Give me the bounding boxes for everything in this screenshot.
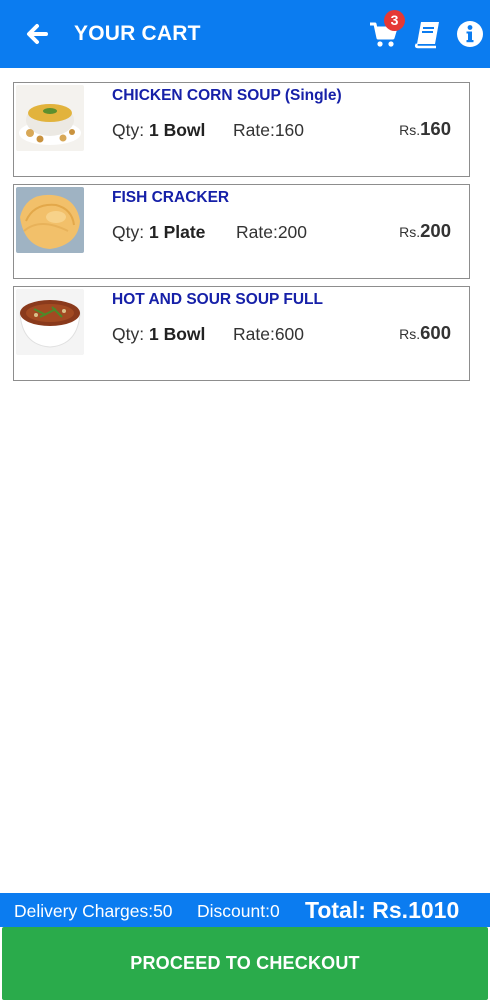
qty-value: 1 Plate — [148, 222, 206, 242]
item-name: FISH CRACKER — [112, 189, 230, 206]
discount: Discount:0 — [197, 901, 280, 921]
item-quantity: Qty: 1 Bowl — [112, 120, 205, 141]
item-price: Rs.160 — [399, 118, 451, 140]
back-button[interactable] — [22, 19, 52, 49]
app-bar: YOUR CART 3 — [0, 0, 490, 68]
order-summary-bar: Delivery Charges:50 Discount:0 Total: Rs… — [0, 893, 490, 927]
info-icon — [457, 21, 483, 47]
menu-book-button[interactable] — [412, 18, 444, 50]
item-name: HOT AND SOUR SOUP FULL — [112, 291, 323, 308]
cart-item[interactable]: CHICKEN CORN SOUP (Single) Qty: 1 Bowl R… — [13, 82, 470, 177]
cart-count-badge: 3 — [384, 10, 405, 31]
cart-item-list: CHICKEN CORN SOUP (Single) Qty: 1 Bowl R… — [13, 82, 470, 388]
qty-label: Qty: — [112, 222, 145, 242]
arrow-left-icon — [27, 24, 48, 44]
page-title: YOUR CART — [74, 22, 201, 45]
fish-cracker-image — [16, 187, 84, 253]
currency-label: Rs. — [399, 122, 421, 138]
item-rate: Rate:200 — [236, 222, 308, 242]
qty-value: 1 Bowl — [148, 324, 206, 344]
item-quantity: Qty: 1 Bowl — [112, 324, 205, 345]
item-name: CHICKEN CORN SOUP (Single) — [112, 87, 342, 104]
book-icon — [414, 22, 439, 49]
cart-item[interactable]: HOT AND SOUR SOUP FULL Qty: 1 Bowl Rate:… — [13, 286, 470, 381]
info-button[interactable] — [454, 18, 486, 50]
proceed-to-checkout-button[interactable]: PROCEED TO CHECKOUT — [2, 927, 488, 1000]
cart-item[interactable]: FISH CRACKER Qty: 1 Plate Rate:200 Rs.20… — [13, 184, 470, 279]
item-quantity: Qty: 1 Plate — [112, 222, 205, 243]
currency-label: Rs. — [399, 224, 421, 240]
price-amount: 600 — [420, 322, 451, 343]
item-price: Rs.600 — [399, 322, 451, 344]
item-rate: Rate:600 — [233, 324, 305, 344]
order-total: Total: Rs.1010 — [305, 897, 460, 923]
item-rate: Rate:160 — [233, 120, 305, 140]
qty-label: Qty: — [112, 120, 145, 140]
price-amount: 160 — [420, 118, 451, 139]
price-amount: 200 — [420, 220, 451, 241]
hot-and-sour-soup-image — [16, 289, 84, 355]
qty-value: 1 Bowl — [148, 120, 206, 140]
item-price: Rs.200 — [399, 220, 451, 242]
qty-label: Qty: — [112, 324, 145, 344]
chicken-corn-soup-image — [16, 85, 84, 151]
currency-label: Rs. — [399, 326, 421, 342]
delivery-charges: Delivery Charges:50 — [14, 901, 173, 921]
